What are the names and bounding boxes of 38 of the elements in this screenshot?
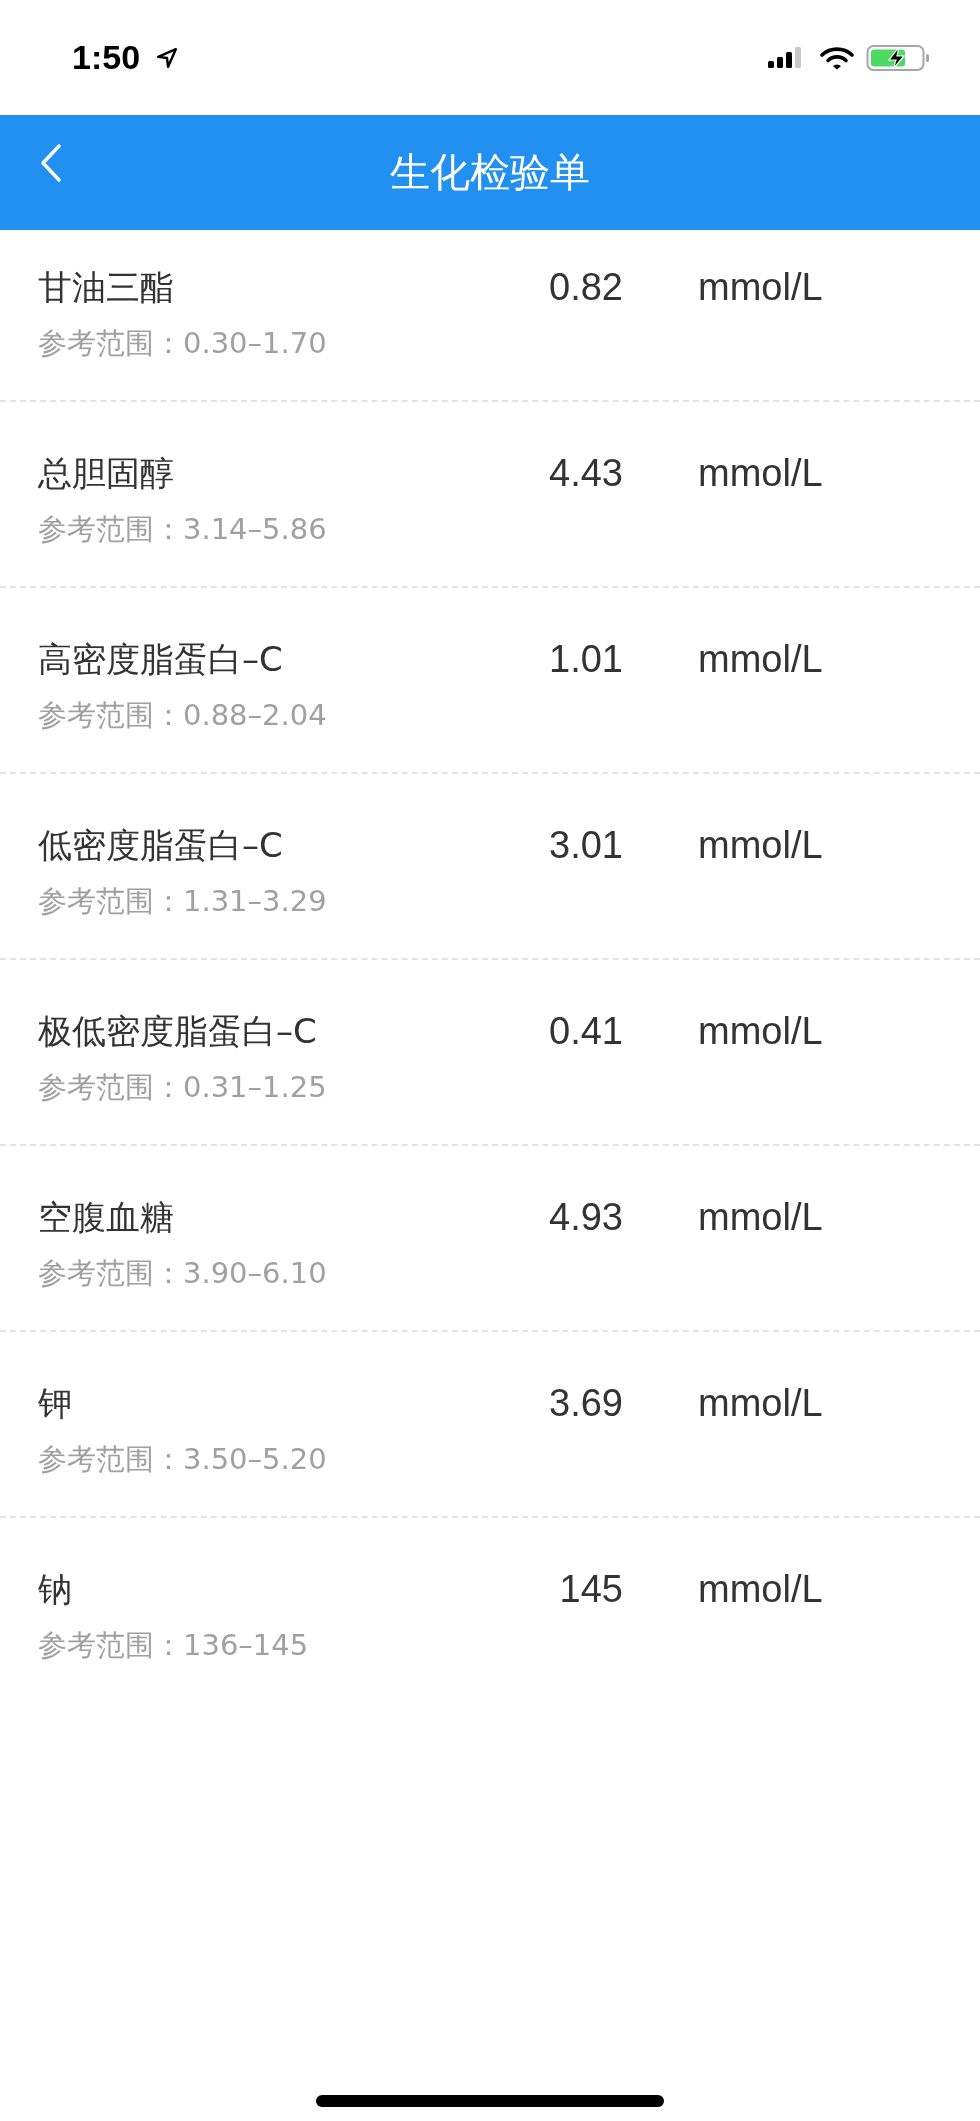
- test-name: 高密度脂蛋白–C: [38, 638, 284, 681]
- test-value: 0.82: [548, 265, 623, 310]
- test-value: 1.01: [548, 637, 623, 682]
- reference-range: 参考范围：1.31–3.29: [38, 883, 328, 920]
- test-unit: mmol/L: [698, 637, 824, 682]
- reference-range: 参考范围：0.31–1.25: [38, 1069, 328, 1106]
- test-name: 低密度脂蛋白–C: [38, 824, 284, 867]
- reference-range: 参考范围：3.90–6.10: [38, 1255, 328, 1292]
- test-name: 极低密度脂蛋白–C: [38, 1010, 318, 1053]
- back-chevron-icon: [40, 143, 62, 183]
- test-value: 3.69: [548, 1381, 623, 1426]
- test-name: 空腹血糖: [38, 1196, 175, 1239]
- location-arrow-icon: [156, 46, 179, 69]
- wifi-icon: [820, 45, 854, 70]
- battery-charging-icon: [866, 43, 932, 72]
- test-value: 0.41: [548, 1009, 623, 1054]
- test-name: 甘油三酯: [38, 266, 175, 309]
- test-value: 3.01: [548, 823, 623, 868]
- test-name: 总胆固醇: [38, 452, 175, 495]
- test-value: 145: [558, 1567, 623, 1612]
- status-time: 1:50: [72, 38, 141, 77]
- test-unit: mmol/L: [698, 451, 824, 496]
- test-unit: mmol/L: [698, 823, 824, 868]
- test-unit: mmol/L: [698, 1195, 824, 1240]
- test-unit: mmol/L: [698, 1567, 824, 1612]
- test-value: 4.93: [548, 1195, 623, 1240]
- test-name: 钾: [38, 1382, 73, 1425]
- test-name: 钠: [38, 1568, 73, 1611]
- reference-range: 参考范围：0.88–2.04: [38, 697, 328, 734]
- reference-range: 参考范围：0.30–1.70: [38, 325, 328, 362]
- test-unit: mmol/L: [698, 265, 824, 310]
- test-value: 4.43: [548, 451, 623, 496]
- page-title: 生化检验单: [390, 148, 590, 197]
- reference-range: 参考范围：136–145: [38, 1627, 310, 1664]
- reference-range: 参考范围：3.14–5.86: [38, 511, 328, 548]
- test-unit: mmol/L: [698, 1009, 824, 1054]
- test-unit: mmol/L: [698, 1381, 824, 1426]
- reference-range: 参考范围：3.50–5.20: [38, 1441, 328, 1478]
